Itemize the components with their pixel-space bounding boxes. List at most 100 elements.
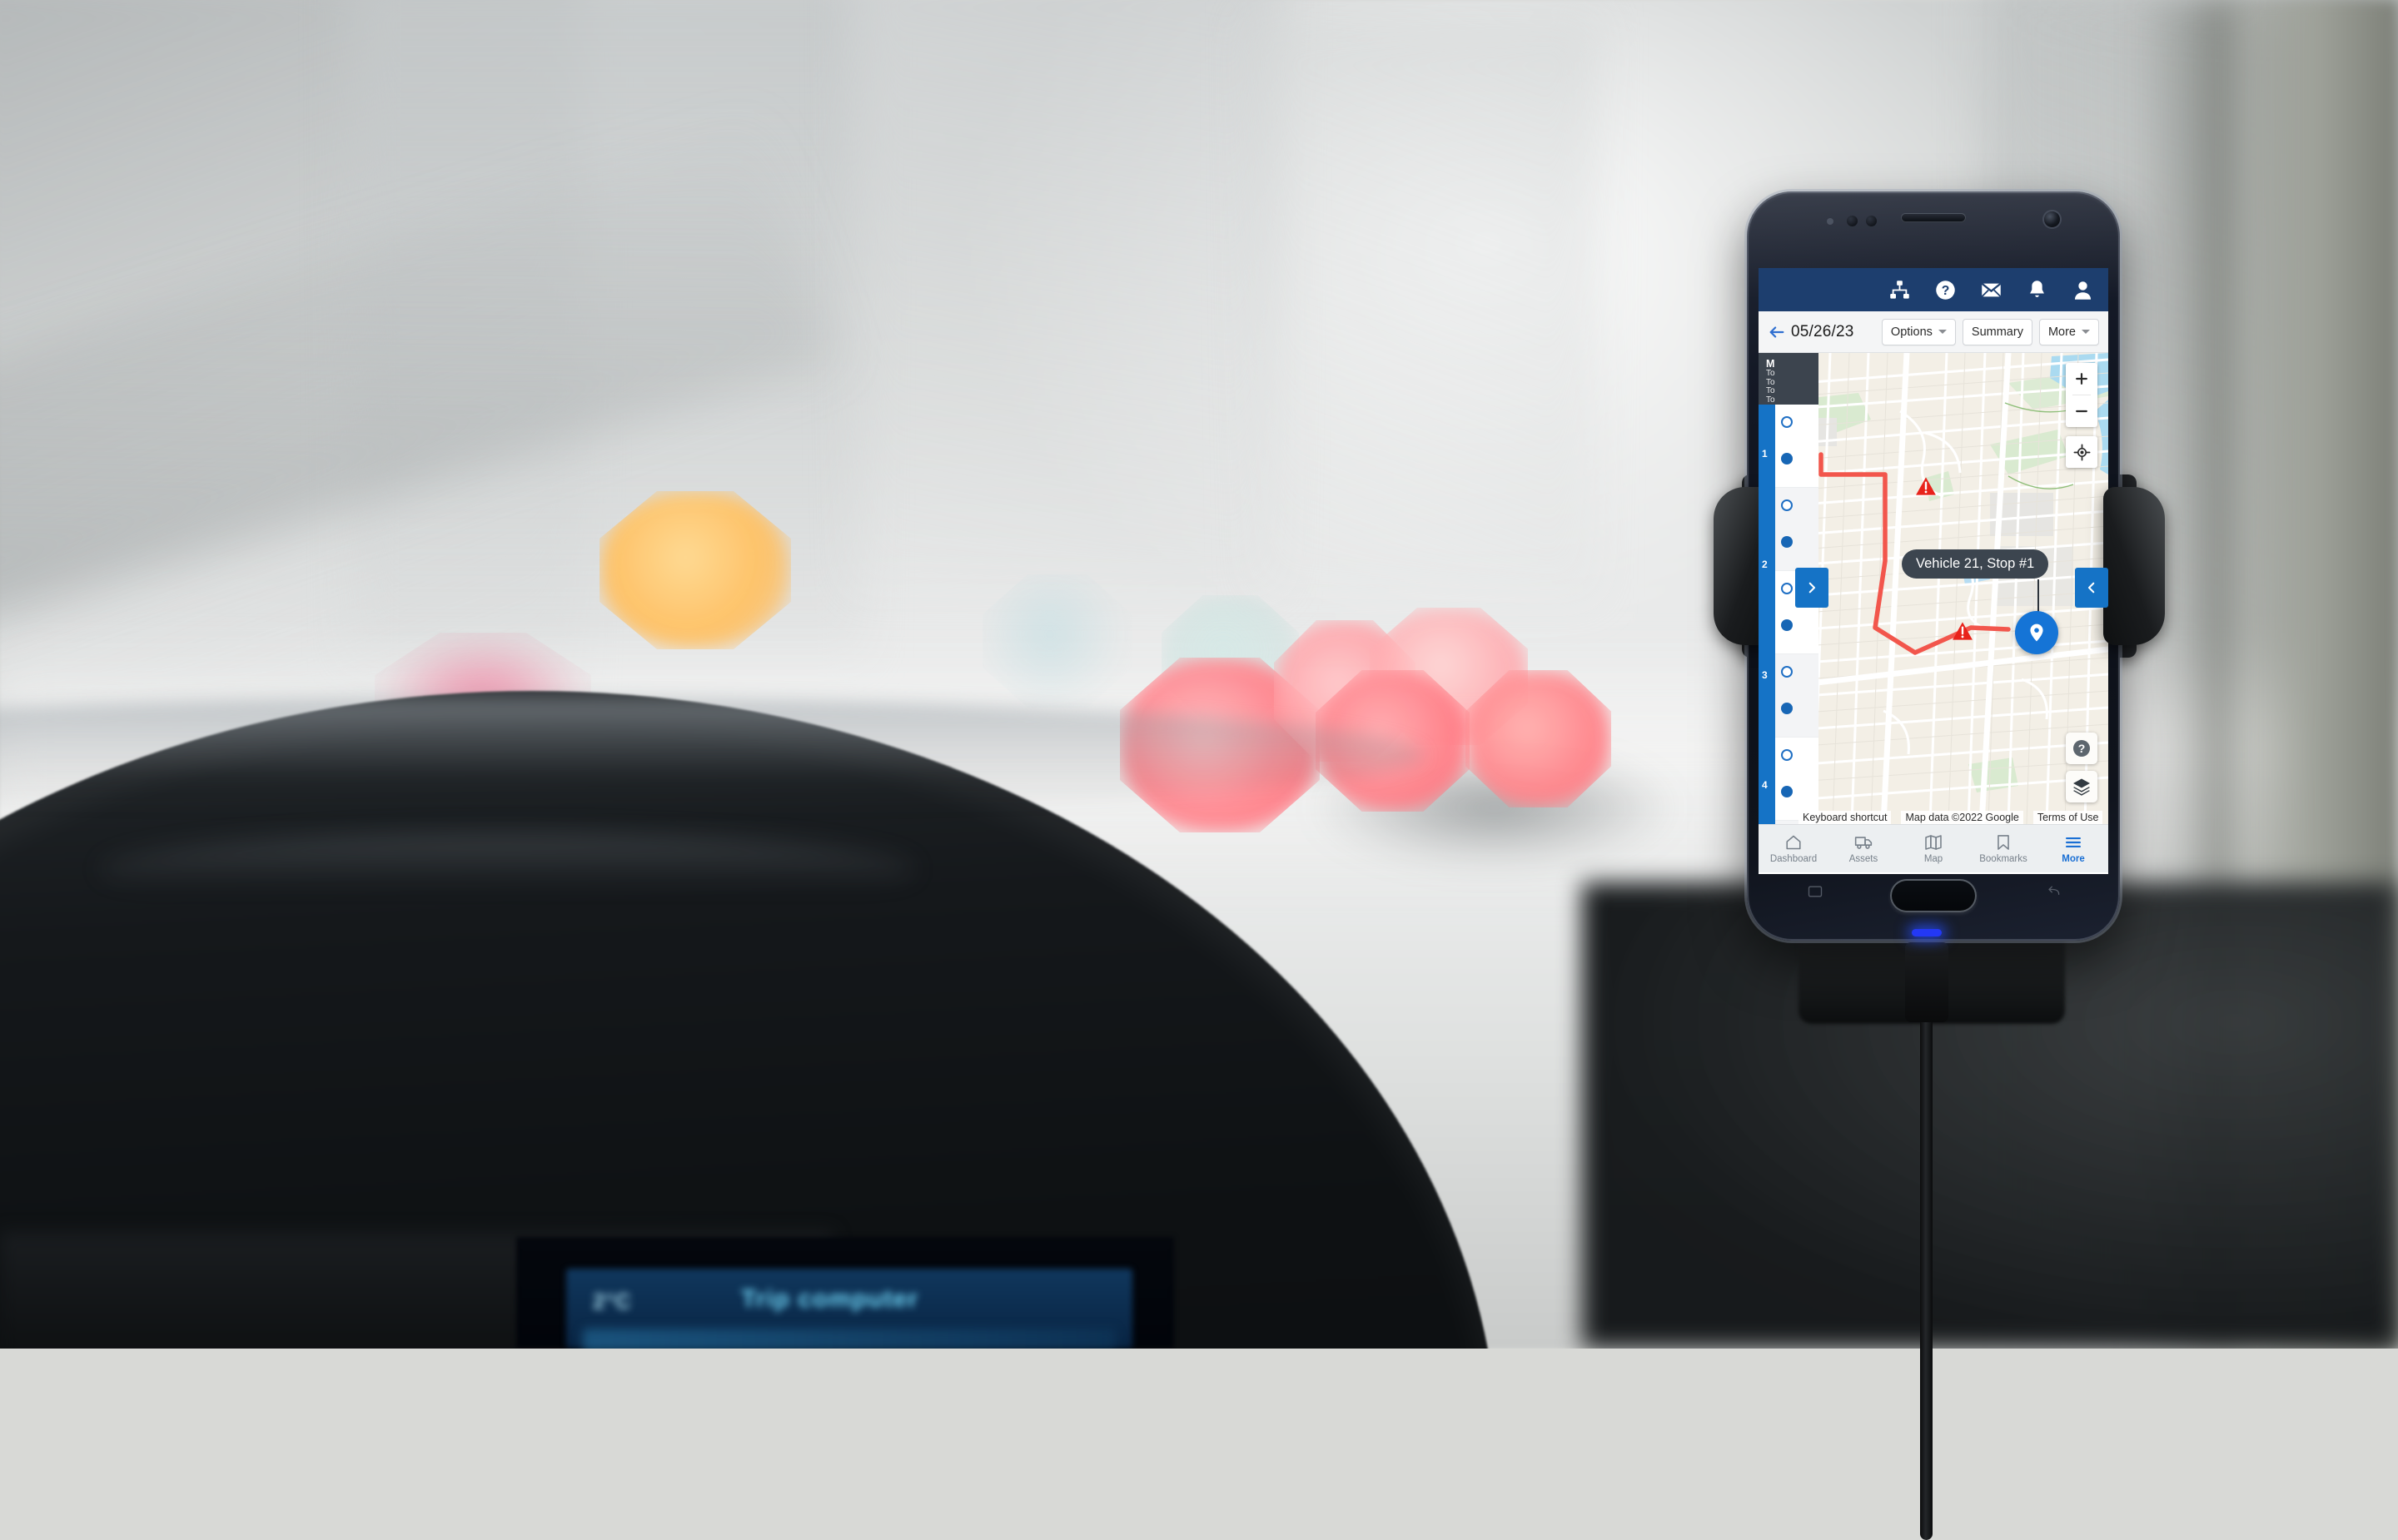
keyboard-shortcut-link[interactable]: Keyboard shortcut (1798, 811, 1891, 824)
back-button[interactable] (1768, 323, 1786, 341)
warning-icon (1915, 476, 1937, 496)
chevron-down-icon (1938, 330, 1947, 334)
stop-location-pin[interactable] (2015, 611, 2058, 654)
stops-list[interactable] (1775, 405, 1818, 824)
nav-label: Assets (1849, 854, 1878, 864)
stop-start-icon (1781, 749, 1793, 761)
summary-button-label: Summary (1972, 325, 2023, 339)
hierarchy-icon[interactable] (1887, 277, 1912, 302)
background-building (849, 0, 1282, 591)
stop-start-icon (1781, 666, 1793, 678)
stop-end-icon (1781, 786, 1793, 797)
terms-of-use-link[interactable]: Terms of Use (2033, 811, 2103, 824)
app-header-bar: ? (1759, 268, 2108, 311)
map-icon (1924, 833, 1943, 852)
home-button[interactable] (1890, 879, 1977, 912)
front-camera (2044, 211, 2060, 227)
warning-icon (1952, 621, 1973, 641)
nav-label: Bookmarks (1979, 854, 2027, 864)
user-icon[interactable] (2070, 277, 2095, 302)
nav-item-assets[interactable]: Assets (1828, 825, 1898, 872)
nav-item-bookmarks[interactable]: Bookmarks (1968, 825, 2038, 872)
stops-sidebar-header: M To To To To (1759, 353, 1818, 405)
trip-computer-temperature: 2°C (593, 1289, 632, 1314)
stop-end-icon (1781, 536, 1793, 548)
smartphone-body: ? 05/26/23 Op (1747, 191, 2120, 941)
map-tooltip[interactable]: Vehicle 21, Stop #1 (1902, 549, 2048, 579)
back-softkey[interactable] (2043, 883, 2063, 904)
expand-stops-panel-button[interactable] (1795, 568, 1828, 608)
home-icon (1784, 833, 1803, 852)
map-data-credit: Map data ©2022 Google (1901, 811, 2022, 824)
background-building (1249, 17, 1599, 599)
stop-number: 4 (1762, 779, 1768, 791)
bookmark-icon (1994, 833, 2012, 852)
stop-start-icon (1781, 416, 1793, 428)
truck-icon (1854, 833, 1873, 852)
bokeh-light-orange (600, 491, 791, 649)
bokeh-taillight (1465, 670, 1611, 807)
map-help-button[interactable]: ? (2066, 733, 2097, 764)
list-item[interactable] (1775, 654, 1818, 738)
stops-sidebar-line: To (1766, 370, 1813, 379)
steering-wheel-highlight (100, 832, 916, 907)
options-button[interactable]: Options (1882, 319, 1956, 345)
charging-led (1912, 929, 1942, 936)
map-layers-button[interactable] (2066, 771, 2097, 802)
mail-icon[interactable] (1978, 277, 2003, 302)
mount-arm-right (2103, 487, 2165, 645)
toolbar-buttons: Options Summary More (1882, 319, 2099, 345)
bell-icon[interactable] (2024, 277, 2049, 302)
location-pin-icon (2026, 622, 2047, 643)
nav-label: Map (1924, 854, 1943, 864)
stop-number: 2 (1762, 559, 1768, 570)
more-button-label: More (2048, 325, 2076, 339)
trip-computer-label: Trip computer (741, 1285, 918, 1314)
warning-marker[interactable] (1952, 621, 1973, 645)
phone-screen: ? 05/26/23 Op (1759, 268, 2108, 874)
phone-in-car-mount: ? 05/26/23 Op (1699, 191, 2165, 1024)
page-title: 05/26/23 (1791, 323, 1854, 341)
zoom-in-button[interactable] (2066, 363, 2097, 395)
nav-item-more[interactable]: More (2038, 825, 2108, 872)
bottom-navigation: Dashboard Assets Map Bookmarks More (1759, 824, 2108, 872)
nav-item-map[interactable]: Map (1898, 825, 1968, 872)
stops-sidebar-line: To (1766, 387, 1813, 396)
page-toolbar: 05/26/23 Options Summary More (1759, 311, 2108, 353)
map-attribution: Keyboard shortcut Map data ©2022 Google … (1759, 807, 2108, 824)
chevron-down-icon (2082, 330, 2090, 334)
stop-number: 1 (1762, 448, 1768, 460)
light-sensor (1847, 216, 1858, 226)
help-icon: ? (2072, 738, 2092, 758)
trip-computer-row (583, 1329, 1116, 1349)
nav-item-dashboard[interactable]: Dashboard (1759, 825, 1828, 872)
iris-sensor (1866, 216, 1877, 226)
map-view[interactable]: M To To To To 1 2 3 4 (1759, 353, 2108, 824)
list-item[interactable] (1775, 488, 1818, 571)
summary-button[interactable]: Summary (1963, 319, 2032, 345)
more-button[interactable]: More (2039, 319, 2099, 345)
options-button-label: Options (1891, 325, 1933, 339)
svg-text:?: ? (2078, 742, 2086, 755)
bokeh-light (983, 574, 1132, 708)
stop-start-icon (1781, 583, 1793, 594)
stops-sidebar-title: M (1766, 358, 1813, 370)
recents-softkey[interactable] (1805, 883, 1825, 904)
locate-me-button[interactable] (2066, 436, 2097, 468)
help-icon[interactable]: ? (1933, 277, 1958, 302)
zoom-out-button[interactable] (2066, 395, 2097, 427)
hamburger-icon (2064, 833, 2082, 852)
stops-sidebar-line: To (1766, 396, 1813, 405)
stop-end-icon (1781, 453, 1793, 464)
list-item[interactable] (1775, 405, 1818, 488)
earpiece-speaker (1901, 213, 1966, 222)
stop-end-icon (1781, 703, 1793, 714)
stop-end-icon (1781, 619, 1793, 631)
stop-number: 3 (1762, 669, 1768, 681)
nav-label: More (2062, 854, 2084, 864)
nav-label: Dashboard (1770, 854, 1817, 864)
warning-marker[interactable] (1915, 476, 1937, 500)
svg-text:?: ? (1941, 284, 1949, 298)
stop-start-icon (1781, 499, 1793, 511)
expand-right-panel-button[interactable] (2075, 568, 2108, 608)
